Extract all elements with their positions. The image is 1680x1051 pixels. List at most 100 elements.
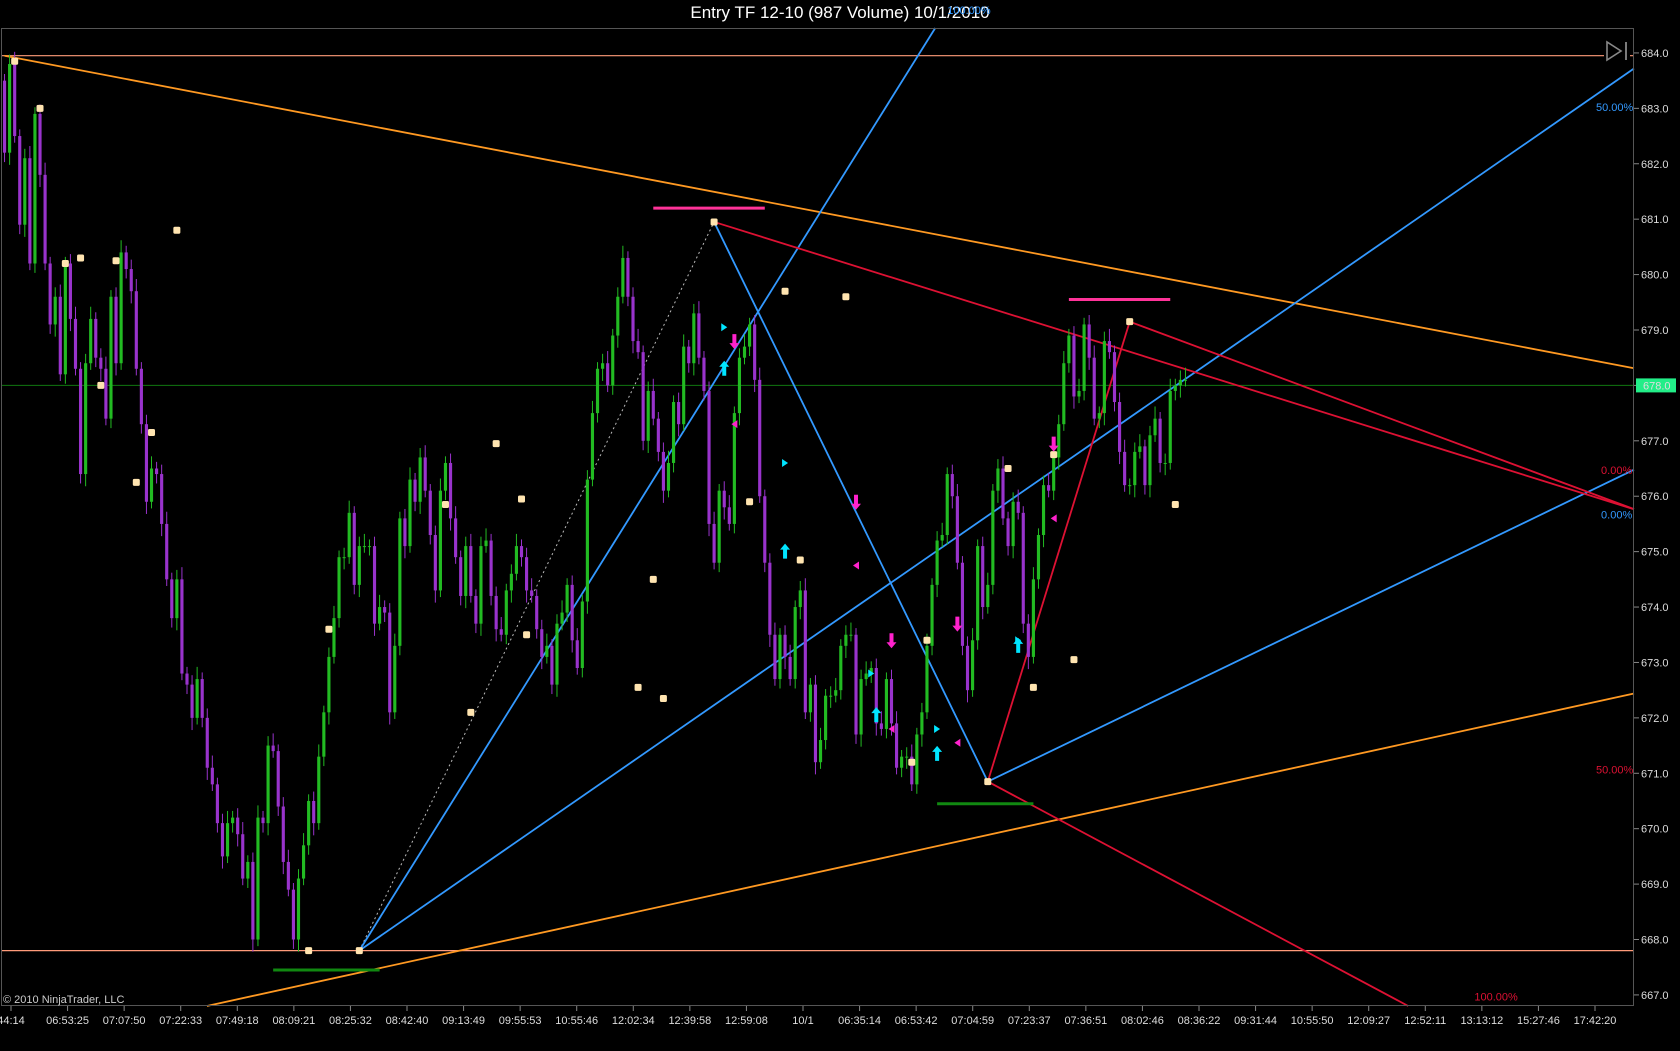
- candle-down: [813, 684, 818, 763]
- candle-up: [616, 296, 620, 336]
- candle-down: [955, 496, 959, 563]
- y-tick-label: 676.0: [1641, 491, 1669, 503]
- swing-point: [11, 57, 19, 65]
- swing-point: [1029, 683, 1037, 691]
- swing-point: [908, 758, 916, 766]
- x-tick-label: 09:13:49: [442, 1015, 485, 1027]
- swing-point: [1070, 656, 1078, 664]
- candle-up: [378, 607, 382, 624]
- x-tick-label: 06:35:14: [838, 1015, 881, 1027]
- candle-down: [854, 634, 858, 735]
- x-tick-label: 06:53:25: [46, 1015, 89, 1027]
- x-tick-label: 12:02:34: [612, 1015, 655, 1027]
- candle-down: [281, 806, 285, 862]
- x-tick-label: 07:07:50: [103, 1015, 146, 1027]
- candle-up: [935, 540, 939, 585]
- swing-point: [984, 778, 992, 786]
- candle-down: [276, 751, 280, 807]
- candle-down: [423, 457, 427, 491]
- x-tick-label: 09:55:53: [499, 1015, 542, 1027]
- candle-up: [1052, 457, 1056, 491]
- candle-down: [788, 656, 792, 680]
- candle-up: [1097, 413, 1101, 419]
- candle-up: [682, 346, 686, 425]
- candle-up: [1077, 390, 1081, 397]
- candle-up: [844, 634, 848, 646]
- candle-up: [484, 540, 488, 547]
- candle-down: [697, 313, 701, 358]
- candle-up: [119, 252, 123, 364]
- y-tick-label: 672.0: [1641, 713, 1669, 725]
- x-tick-label: 07:22:33: [159, 1015, 202, 1027]
- play-to-end-icon[interactable]: [1604, 38, 1630, 64]
- candle-up: [737, 357, 742, 414]
- x-tick-label: 08:02:46: [1121, 1015, 1164, 1027]
- swing-point: [649, 575, 657, 583]
- candle-up: [63, 263, 67, 375]
- y-tick-label: 673.0: [1641, 657, 1669, 669]
- candle-down: [180, 579, 184, 674]
- candle-up: [33, 113, 37, 264]
- candle-up: [829, 695, 833, 697]
- swing-point: [112, 257, 120, 265]
- y-tick-label: 675.0: [1641, 547, 1669, 559]
- candle-down: [1026, 623, 1030, 657]
- candle-down: [763, 496, 767, 563]
- candle-down: [388, 612, 392, 713]
- candle-down: [499, 629, 503, 635]
- candle-up: [398, 518, 402, 646]
- candle-up: [580, 601, 584, 668]
- candle-down: [312, 800, 316, 824]
- candle-down: [352, 512, 356, 585]
- candle-up: [1178, 379, 1182, 386]
- x-tick-label: 10:55:46: [555, 1015, 598, 1027]
- candle-up: [307, 800, 311, 846]
- candle-up: [464, 546, 468, 596]
- candle-up: [1036, 535, 1041, 580]
- candle-up: [971, 640, 975, 691]
- candle-up: [717, 490, 721, 563]
- candle-up: [1031, 579, 1035, 657]
- candle-down: [185, 673, 189, 685]
- candle-down: [170, 579, 174, 619]
- candle-up: [884, 679, 888, 729]
- candle-up: [849, 634, 853, 636]
- candle-down: [606, 363, 610, 386]
- candle-up: [976, 546, 980, 641]
- candle-up: [342, 557, 346, 559]
- candle-down: [200, 679, 204, 718]
- candle-down: [656, 418, 660, 452]
- swing-point: [1004, 465, 1012, 473]
- candle-up: [940, 535, 944, 541]
- candle-down: [13, 64, 17, 137]
- candle-down: [575, 640, 579, 668]
- candle-down: [403, 518, 407, 547]
- candle-down: [494, 595, 498, 630]
- x-tick-label: 12:39:58: [668, 1015, 711, 1027]
- fib-level-label: 50.00%: [1596, 102, 1634, 114]
- swing-point: [355, 947, 363, 955]
- candle-up: [565, 584, 569, 613]
- swing-point: [1171, 501, 1179, 509]
- candle-up: [89, 318, 93, 364]
- candle-down: [803, 590, 807, 713]
- candle-up: [1041, 485, 1046, 536]
- candle-down: [1072, 335, 1076, 397]
- candle-down: [570, 584, 574, 641]
- swing-point: [77, 254, 85, 262]
- candle-down: [139, 368, 143, 425]
- candle-up: [256, 817, 260, 940]
- candle-down: [78, 368, 83, 475]
- candle-down: [1117, 402, 1122, 452]
- candle-up: [692, 313, 696, 364]
- candle-down: [661, 451, 665, 491]
- candle-up: [839, 645, 843, 691]
- candle-up: [195, 679, 199, 718]
- candle-down: [489, 540, 493, 596]
- candle-down: [1087, 324, 1091, 358]
- swing-point: [441, 501, 449, 509]
- candle-up: [1102, 341, 1106, 414]
- candle-up: [509, 573, 513, 591]
- price-chart[interactable]: 100.00% 50.00% 0.00% 0.00% 50.00% 100.00% 684…: [0, 0, 1680, 1051]
- candle-up: [555, 623, 559, 685]
